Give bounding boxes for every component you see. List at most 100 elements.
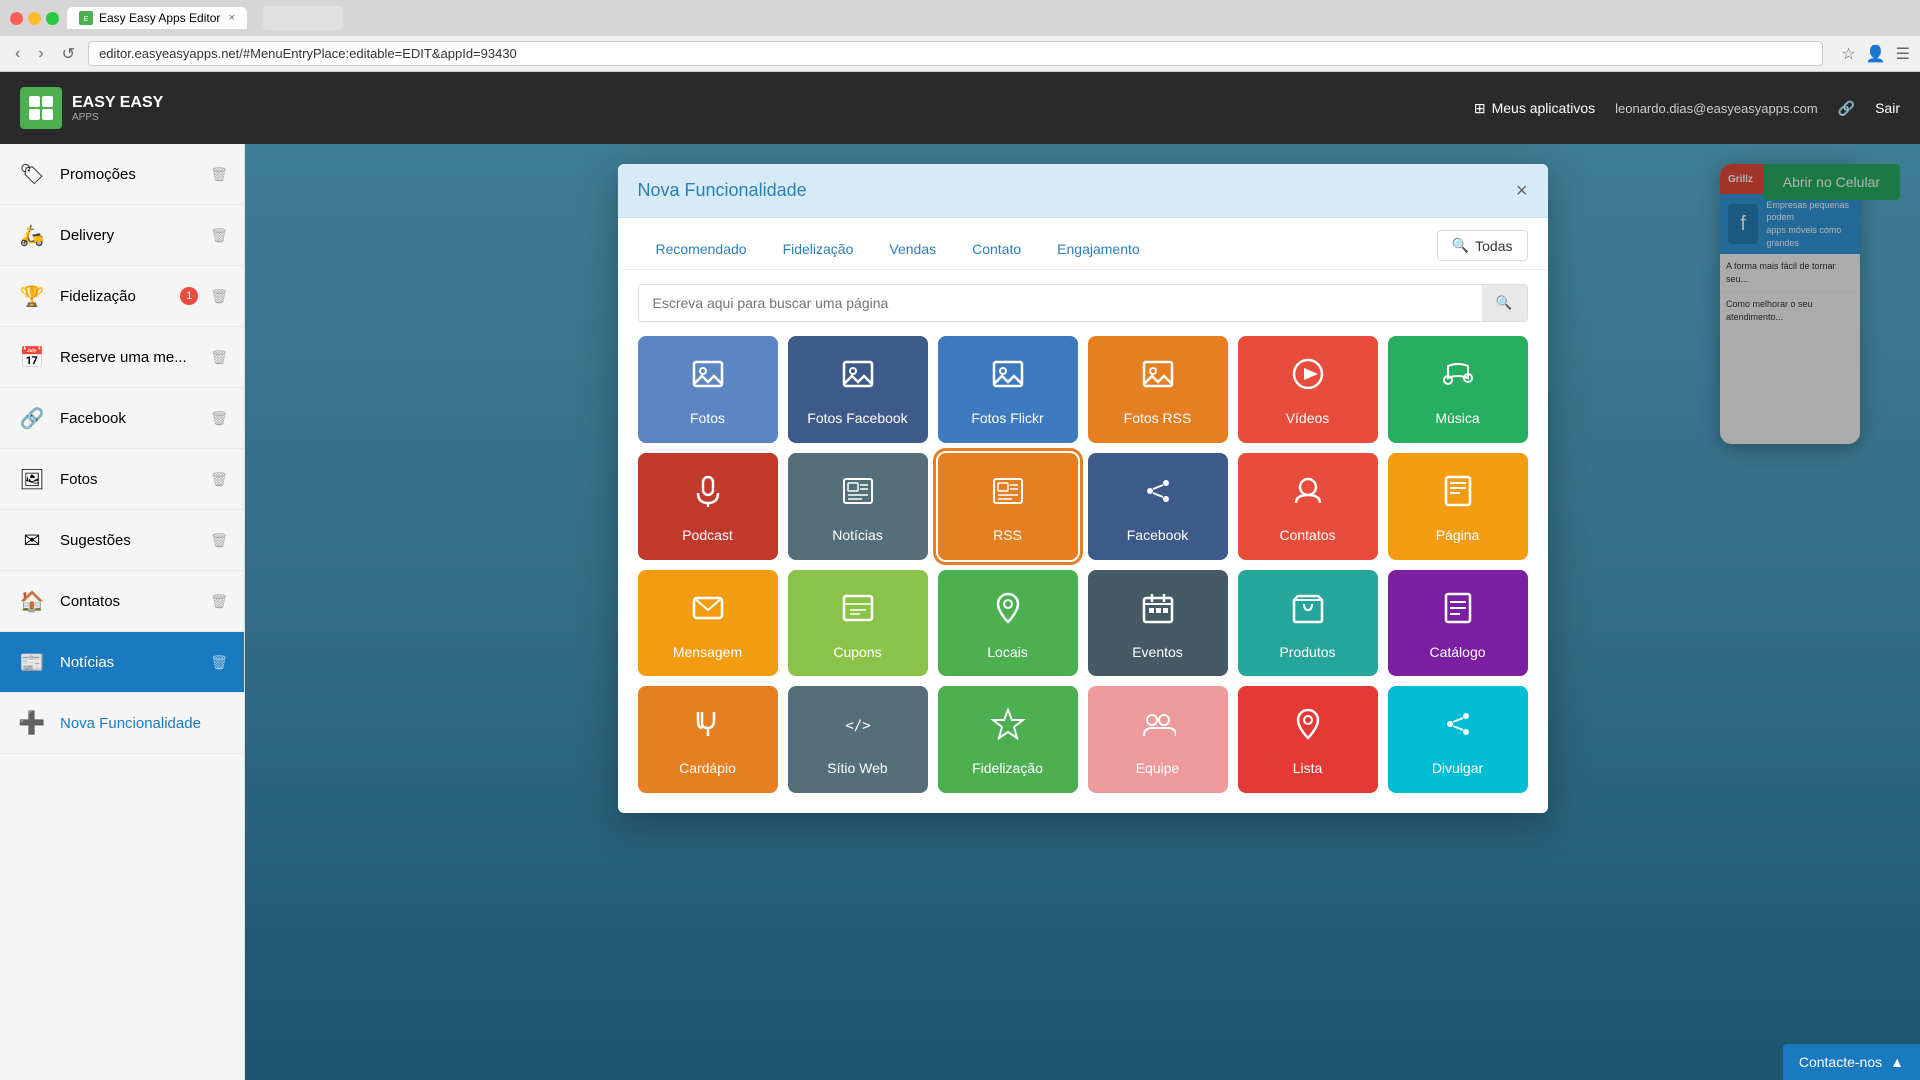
locais-grid-icon [990,590,1026,634]
grid-item-eventos[interactable]: Eventos [1088,570,1228,677]
produtos-grid-icon [1290,590,1326,634]
tab-fidelizacao[interactable]: Fidelização [765,233,872,267]
grid-item-fotos-facebook[interactable]: Fotos Facebook [788,336,928,443]
sidebar-item-sugestoes[interactable]: ✉ Sugestões 🗑 [0,510,244,571]
maximize-window-btn[interactable] [46,12,59,25]
contatos-grid-icon [1290,473,1326,517]
sidebar-item-label: Notícias [60,654,198,671]
sidebar-item-reserve[interactable]: 📅 Reserve uma me... 🗑 [0,327,244,388]
equipe-grid-icon [1140,706,1176,750]
grid-item-label: Divulgar [1432,760,1483,777]
sidebar-item-fotos[interactable]: 🖼 Fotos 🗑 [0,449,244,510]
sidebar-item-facebook[interactable]: 🔗 Facebook 🗑 [0,388,244,449]
delete-icon[interactable]: 🗑 [210,654,228,671]
grid-item-produtos[interactable]: Produtos [1238,570,1378,677]
fidelizacao-icon: 🏆 [16,280,48,312]
grid-item-label: Mensagem [673,644,742,661]
contact-btn[interactable]: Contacte-nos ▲ [1783,1044,1920,1080]
delete-icon[interactable]: 🗑 [210,471,228,488]
tab-contato[interactable]: Contato [954,233,1039,267]
grid-item-fotos-flickr[interactable]: Fotos Flickr [938,336,1078,443]
modal: Nova Funcionalidade × Recomendado Fideli… [618,164,1548,813]
grid-item-noticias[interactable]: Notícias [788,453,928,560]
search-box: 🔍 [638,284,1528,322]
grid-item-cupons[interactable]: Cupons [788,570,928,677]
my-apps-btn[interactable]: ⊞ Meus aplicativos [1474,100,1595,117]
grid-item-fotos[interactable]: Fotos [638,336,778,443]
sidebar-item-noticias[interactable]: 📰 Notícias 🗑 [0,632,244,693]
grid-item-equipe[interactable]: Equipe [1088,686,1228,793]
grid-item-sitio-web[interactable]: </> Sítio Web [788,686,928,793]
grid-item-videos[interactable]: Vídeos [1238,336,1378,443]
back-btn[interactable]: ‹ [10,43,25,65]
grid-item-pagina[interactable]: Página [1388,453,1528,560]
minimize-window-btn[interactable] [28,12,41,25]
sidebar-item-label: Fotos [60,471,198,488]
logo-text: EASY EASY APPS [72,94,163,123]
sidebar-item-delivery[interactable]: 🛵 Delivery 🗑 [0,205,244,266]
grid-item-locais[interactable]: Locais [938,570,1078,677]
search-input[interactable] [639,285,1482,321]
sitio-web-grid-icon: </> [840,706,876,750]
delete-icon[interactable]: 🗑 [210,593,228,610]
tab-vendas[interactable]: Vendas [871,233,954,267]
sair-btn[interactable]: Sair [1875,100,1900,116]
noticias-icon: 📰 [16,646,48,678]
delete-icon[interactable]: 🗑 [210,349,228,366]
sidebar-item-promocoes[interactable]: 🏷 Promoções 🗑 [0,144,244,205]
menu-icon[interactable]: ☰ [1896,44,1910,64]
sidebar-item-label: Contatos [60,593,198,610]
grid-item-cardapio[interactable]: Cardápio [638,686,778,793]
new-tab-btn[interactable] [263,6,343,30]
delete-icon[interactable]: 🗑 [210,227,228,244]
grid-item-divulgar[interactable]: Divulgar [1388,686,1528,793]
sidebar-item-contatos[interactable]: 🏠 Contatos 🗑 [0,571,244,632]
delete-icon[interactable]: 🗑 [210,410,228,427]
tab-recomendado[interactable]: Recomendado [638,233,765,267]
forward-btn[interactable]: › [33,43,48,65]
refresh-btn[interactable]: ↺ [57,42,80,66]
sidebar-item-fidelizacao[interactable]: 🏆 Fidelização 1 🗑 [0,266,244,327]
modal-title: Nova Funcionalidade [638,180,807,201]
grid-item-lista[interactable]: Lista [1238,686,1378,793]
grid-item-label: Locais [987,644,1027,661]
grid-item-facebook[interactable]: Facebook [1088,453,1228,560]
grid-item-label: Podcast [682,527,733,544]
browser-tab[interactable]: E Easy Easy Apps Editor × [67,7,247,29]
sidebar-item-nova-funcionalidade[interactable]: ➕ Nova Funcionalidade [0,693,244,754]
grid-item-podcast[interactable]: Podcast [638,453,778,560]
title-bar: E Easy Easy Apps Editor × [0,0,1920,36]
share-icon[interactable]: 🔗 [1838,100,1855,117]
modal-tabs: Recomendado Fidelização Vendas Contato E… [618,218,1548,270]
sidebar-item-label: Reserve uma me... [60,349,198,366]
videos-grid-icon [1290,356,1326,400]
close-window-btn[interactable] [10,12,23,25]
delete-icon[interactable]: 🗑 [210,532,228,549]
musica-grid-icon [1440,356,1476,400]
delivery-icon: 🛵 [16,219,48,251]
tab-close-btn[interactable]: × [229,12,235,24]
tab-engajamento[interactable]: Engajamento [1039,233,1158,267]
grid-item-catalogo[interactable]: Catálogo [1388,570,1528,677]
sidebar-item-label: Fidelização [60,288,168,305]
delete-icon[interactable]: 🗑 [210,288,228,305]
mensagem-grid-icon [690,590,726,634]
grid-item-contatos[interactable]: Contatos [1238,453,1378,560]
delete-icon[interactable]: 🗑 [210,166,228,183]
grid-item-label: Facebook [1127,527,1188,544]
all-tab[interactable]: 🔍 Todas [1437,230,1528,261]
address-bar[interactable] [88,41,1823,66]
grid-item-mensagem[interactable]: Mensagem [638,570,778,677]
user-icon[interactable]: 👤 [1866,44,1886,64]
grid-item-label: Produtos [1279,644,1335,661]
grid-item-musica[interactable]: Música [1388,336,1528,443]
bookmark-icon[interactable]: ☆ [1841,44,1855,64]
grid-item-rss[interactable]: RSS [938,453,1078,560]
eventos-grid-icon [1140,590,1176,634]
grid-item-fotos-rss[interactable]: Fotos RSS [1088,336,1228,443]
cardapio-grid-icon [690,706,726,750]
modal-close-btn[interactable]: × [1516,181,1528,201]
fotos-flickr-grid-icon [990,356,1026,400]
grid-item-fidelizacao[interactable]: Fidelização [938,686,1078,793]
search-submit-btn[interactable]: 🔍 [1482,285,1527,321]
